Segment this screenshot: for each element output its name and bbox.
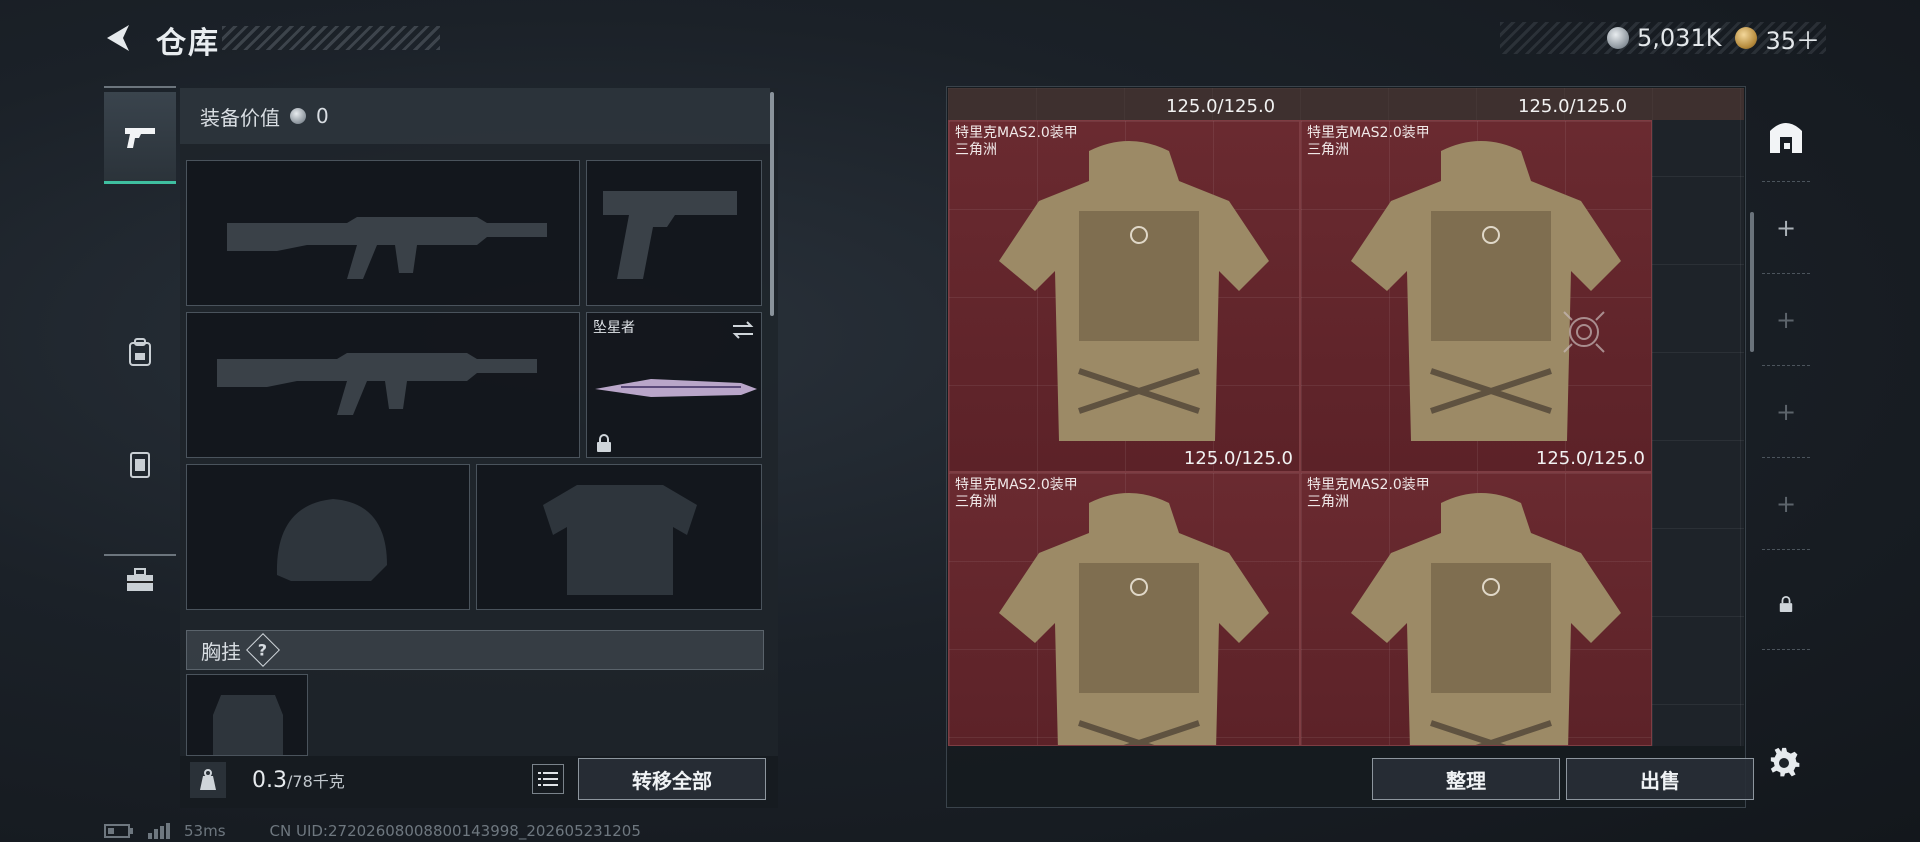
- primary-weapon-slot[interactable]: [186, 160, 580, 306]
- chest-rig-icon: [130, 452, 150, 478]
- back-button[interactable]: [100, 18, 140, 58]
- signal-icon: [148, 823, 170, 839]
- chest-rig-silhouette-icon: [213, 695, 283, 755]
- item-name: 特里克MAS2.0装甲 三角洲: [1307, 125, 1430, 158]
- armor-vest-icon: [999, 141, 1269, 441]
- chest-rig-slot[interactable]: [186, 674, 308, 756]
- helmet-slot[interactable]: [186, 464, 470, 610]
- gold-coin-icon: [1735, 27, 1758, 49]
- weight-icon-box: [190, 762, 226, 798]
- storage-tab-add[interactable]: +: [1762, 366, 1810, 458]
- item-name: 特里克MAS2.0装甲 三角洲: [1307, 477, 1430, 510]
- sell-button[interactable]: 出售: [1566, 758, 1754, 800]
- storage-item-armor[interactable]: 特里克MAS2.0装甲 三角洲 125.0/125.0: [1300, 120, 1652, 472]
- item-durability: 125.0/125.0: [1535, 448, 1645, 469]
- sort-button[interactable]: 整理: [1372, 758, 1560, 800]
- battery-icon: [104, 824, 133, 838]
- armor-vest-icon: [999, 493, 1269, 745]
- item-durability: 125.0/125.0: [1183, 448, 1293, 469]
- weight-current: 0.3: [252, 768, 287, 793]
- silver-coin-icon: [290, 108, 306, 124]
- chest-rig-label: 胸挂: [201, 639, 241, 664]
- backpack-icon: [129, 338, 151, 366]
- weight-max: /78千克: [287, 772, 345, 791]
- help-icon: ?: [258, 640, 268, 660]
- storage-tabs: + + + +: [1762, 90, 1810, 670]
- armor-vest-icon: [1351, 141, 1621, 441]
- gold-amount: 35＋: [1765, 26, 1820, 55]
- gear-icon: [1770, 747, 1800, 777]
- lock-icon: [597, 434, 611, 452]
- currency-display: 5,031K 35＋: [1500, 21, 1826, 56]
- melee-slot[interactable]: 坠星者: [586, 312, 762, 458]
- rail-item-weapons[interactable]: [104, 92, 176, 184]
- gold-currency[interactable]: 35＋: [1735, 21, 1820, 56]
- category-rail: [104, 86, 176, 591]
- pistol-silhouette-icon: [603, 191, 737, 279]
- rail-item-toolbox[interactable]: [104, 534, 176, 626]
- item-name: 特里克MAS2.0装甲 三角洲: [955, 477, 1078, 510]
- storage-item-armor[interactable]: 特里克MAS2.0装甲 三角洲 125.0/125.0: [948, 120, 1300, 472]
- back-arrow-icon: [107, 25, 129, 51]
- ping-readout: 53ms: [184, 822, 226, 840]
- knife-icon: [595, 379, 757, 397]
- warehouse-icon: [1770, 122, 1802, 153]
- list-icon: [538, 772, 558, 786]
- storage-item-armor[interactable]: 特里克MAS2.0装甲 三角洲: [948, 472, 1300, 746]
- storage-tab-add[interactable]: +: [1762, 458, 1810, 550]
- rail-item-backpack[interactable]: [104, 306, 176, 398]
- list-view-button[interactable]: [532, 764, 564, 794]
- melee-name: 坠星者: [593, 320, 635, 336]
- equip-value-label: 装备价值: [200, 105, 280, 130]
- storage-tab-add[interactable]: +: [1762, 182, 1810, 274]
- loadout-scrollbar[interactable]: [770, 92, 774, 316]
- item-name: 特里克MAS2.0装甲 三角洲: [955, 125, 1078, 158]
- title-decoration: [222, 26, 440, 50]
- toolbox-icon: [127, 568, 153, 591]
- storage-tab-locked[interactable]: [1762, 558, 1810, 650]
- armor-silhouette-icon: [543, 485, 697, 595]
- crosshair-icon: [1563, 311, 1605, 353]
- sidearm-slot[interactable]: [586, 160, 762, 306]
- armor-vest-icon: [1351, 493, 1621, 745]
- rifle-silhouette-icon: [227, 217, 547, 279]
- item-durability: 125.0/125.0: [1166, 96, 1276, 117]
- rifle-silhouette-icon: [217, 353, 537, 415]
- swap-icon[interactable]: [731, 321, 755, 339]
- equipment-value-header: 装备价值 0: [180, 88, 770, 144]
- storage-scrollbar[interactable]: [1750, 212, 1754, 352]
- lock-icon: [1779, 595, 1793, 612]
- help-button[interactable]: ?: [246, 633, 280, 667]
- helmet-silhouette-icon: [276, 499, 387, 581]
- silver-coin-icon: [1607, 27, 1629, 49]
- chest-rig-header: 胸挂 ?: [186, 630, 764, 670]
- page-title: 仓库: [156, 26, 220, 61]
- settings-button[interactable]: [1764, 742, 1804, 782]
- status-footer: 53ms CN UID:27202608008800143998_2026052…: [104, 822, 641, 840]
- armor-slot[interactable]: [476, 464, 762, 610]
- equip-value: 0: [316, 104, 329, 128]
- transfer-all-button[interactable]: 转移全部: [578, 758, 766, 800]
- silver-currency[interactable]: 5,031K: [1607, 24, 1721, 52]
- uid-text: CN UID:27202608008800143998_202605231205: [269, 822, 641, 840]
- rail-item-chest-rig[interactable]: [104, 418, 176, 510]
- storage-item-armor[interactable]: 特里克MAS2.0装甲 三角洲: [1300, 472, 1652, 746]
- storage-tab-main[interactable]: [1762, 90, 1810, 182]
- weight-icon: [200, 769, 216, 790]
- storage-tab-add[interactable]: +: [1762, 274, 1810, 366]
- secondary-weapon-slot[interactable]: [186, 312, 580, 458]
- weight-readout: 0.3/78千克: [252, 768, 345, 793]
- item-durability: 125.0/125.0: [1518, 96, 1628, 117]
- pistol-icon: [125, 127, 155, 148]
- silver-amount: 5,031K: [1637, 24, 1722, 52]
